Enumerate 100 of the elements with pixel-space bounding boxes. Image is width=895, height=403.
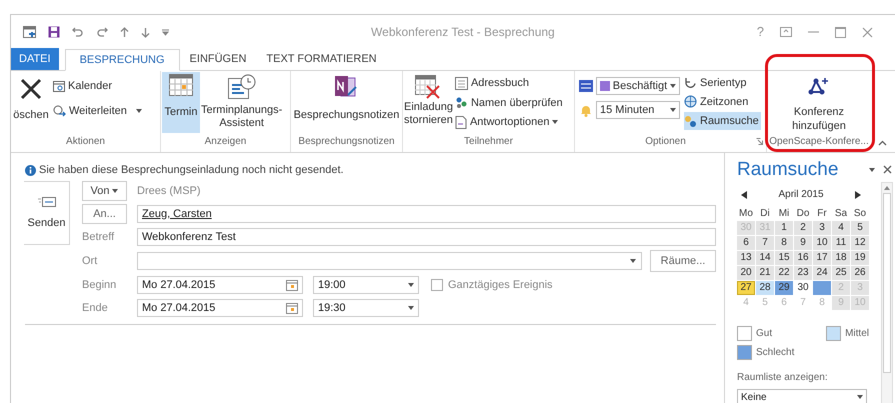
previous-month-icon[interactable] [741,190,747,198]
ribbon-tab[interactable]: DATEI [11,48,59,70]
calendar-day[interactable]: 27 [737,281,755,295]
calendar-day[interactable]: 2 [794,221,812,235]
maximize-icon[interactable] [835,26,846,38]
calendar-day[interactable]: 9 [794,236,812,250]
time-dropdown[interactable]: 19:00 [313,276,419,294]
schedule-clock-icon [228,74,256,100]
calendar-day[interactable]: 4 [832,221,850,235]
up-arrow-icon[interactable] [120,26,129,38]
next-month-icon[interactable] [855,190,861,198]
calendar-day[interactable]: 28 [756,281,774,295]
x-mark-icon [19,77,43,101]
calendar-day[interactable]: 7 [756,236,774,250]
calendar-icon[interactable] [23,26,36,38]
calendar-icon[interactable] [286,280,298,290]
calendar-day[interactable]: 29 [775,281,793,295]
calendar-day[interactable]: 3 [813,221,831,235]
down-arrow-icon[interactable] [141,26,150,38]
caret-icon [869,168,875,172]
calendar-day[interactable]: 20 [737,266,755,280]
calendar-day[interactable]: 6 [737,236,755,250]
calendar-day[interactable]: 12 [851,236,869,250]
add-conference-button[interactable]: Konferenz hinzufügen [792,77,846,134]
check-names-button[interactable]: Namen überprüfen [454,94,563,111]
close-icon[interactable] [882,165,892,174]
calendar-day[interactable]: 17 [813,251,831,265]
calendar-button[interactable]: Kalender [53,78,142,94]
response-options-button[interactable]: Antwortoptionen [454,114,563,130]
ribbon-tab[interactable]: TEXT FORMATIEREN [256,48,387,70]
caret-icon [408,283,414,287]
weekday-label: Mi [778,207,790,220]
collapse-ribbon-icon[interactable] [878,140,887,146]
info-icon [25,164,36,176]
calendar-day[interactable]: 8 [775,236,793,250]
calendar-day[interactable]: 5 [851,221,869,235]
group-label: Optionen [644,135,687,149]
forward-button[interactable]: Weiterleiten [53,102,142,119]
send-button[interactable]: Senden [24,181,70,245]
ribbon-tab[interactable]: BESPRECHUNG [64,49,180,71]
undo-icon[interactable] [72,27,84,37]
legend-label: Mittel [845,327,869,341]
appointment-button[interactable]: Termin [162,72,200,133]
people-icon [684,114,697,128]
scheduling-assistant-button[interactable]: Terminplanungs- Assistent [201,72,282,130]
scrollbar[interactable] [881,182,893,403]
weekday-label: Do [796,207,810,220]
customize-icon[interactable] [162,28,169,36]
calendar-day[interactable]: 19 [851,251,869,265]
cancel-invitation-button[interactable]: Einladung stornieren [404,75,453,127]
group-label: Teilnehmer [463,135,514,149]
scroll-up-icon[interactable] [884,186,890,190]
calendar-day[interactable]: 13 [737,251,755,265]
address-book-button[interactable]: Adressbuch [454,75,563,92]
month-label: April 2015 [777,188,825,202]
calendar-day[interactable]: 22 [775,266,793,280]
reminder-dropdown[interactable]: 15 Minuten [596,101,680,119]
calendar-day[interactable]: 1 [775,221,793,235]
time-dropdown[interactable]: 19:30 [313,299,419,317]
ribbon-tab[interactable]: EINFÜGEN [180,48,256,70]
delete-button[interactable]: öschen [11,77,51,124]
show-as-dropdown[interactable]: Beschäftigt [596,77,680,95]
field-label: Betreff [82,230,116,245]
calendar-day[interactable]: 23 [794,266,812,280]
checkbox[interactable] [431,279,443,291]
calendar-day[interactable]: 15 [775,251,793,265]
calendar-day[interactable]: 11 [832,236,850,250]
bell-icon [579,104,593,116]
room-finder-button[interactable]: Raumsuche [684,112,761,130]
calendar-day[interactable]: 16 [794,251,812,265]
legend-label: Schlecht [756,346,794,360]
field-label: Ende [82,300,109,316]
calendar-day[interactable]: 10 [813,236,831,250]
calendar-day[interactable]: 14 [756,251,774,265]
meeting-notes-button[interactable]: Besprechungsnotizen [294,75,400,134]
calendar-day[interactable]: 18 [832,251,850,265]
from-button[interactable]: Von [82,181,127,201]
room-list-dropdown[interactable]: Keine [737,389,867,403]
calendar-day[interactable]: 25 [832,266,850,280]
weekday-label: Sa [834,207,848,220]
date-field[interactable]: Mo 27.04.2015 [137,276,303,294]
minimize-icon[interactable] [808,31,819,33]
calendar-day[interactable]: 24 [813,266,831,280]
ribbon-display-icon[interactable] [780,27,792,37]
subject-field[interactable]: Webkonferenz Test [137,228,716,246]
calendar-day[interactable]: 21 [756,266,774,280]
weekday-label: Fr [816,207,828,220]
calendar-day[interactable]: 26 [851,266,869,280]
calendar-icon[interactable] [286,302,298,314]
save-icon[interactable] [48,26,60,38]
weekday-label: So [852,207,868,220]
to-field[interactable]: Zeug, Carsten [137,205,716,223]
to-button[interactable]: An... [82,204,127,224]
date-field[interactable]: Mo 27.04.2015 [137,299,303,317]
redo-icon[interactable] [96,27,108,37]
rooms-button[interactable]: Räume... [650,250,716,272]
time-zones-button[interactable]: Zeitzonen [684,94,761,110]
recurrence-button[interactable]: Serientyp [684,75,761,92]
dialog-launcher-icon[interactable] [756,138,763,145]
close-icon[interactable] [862,26,873,38]
